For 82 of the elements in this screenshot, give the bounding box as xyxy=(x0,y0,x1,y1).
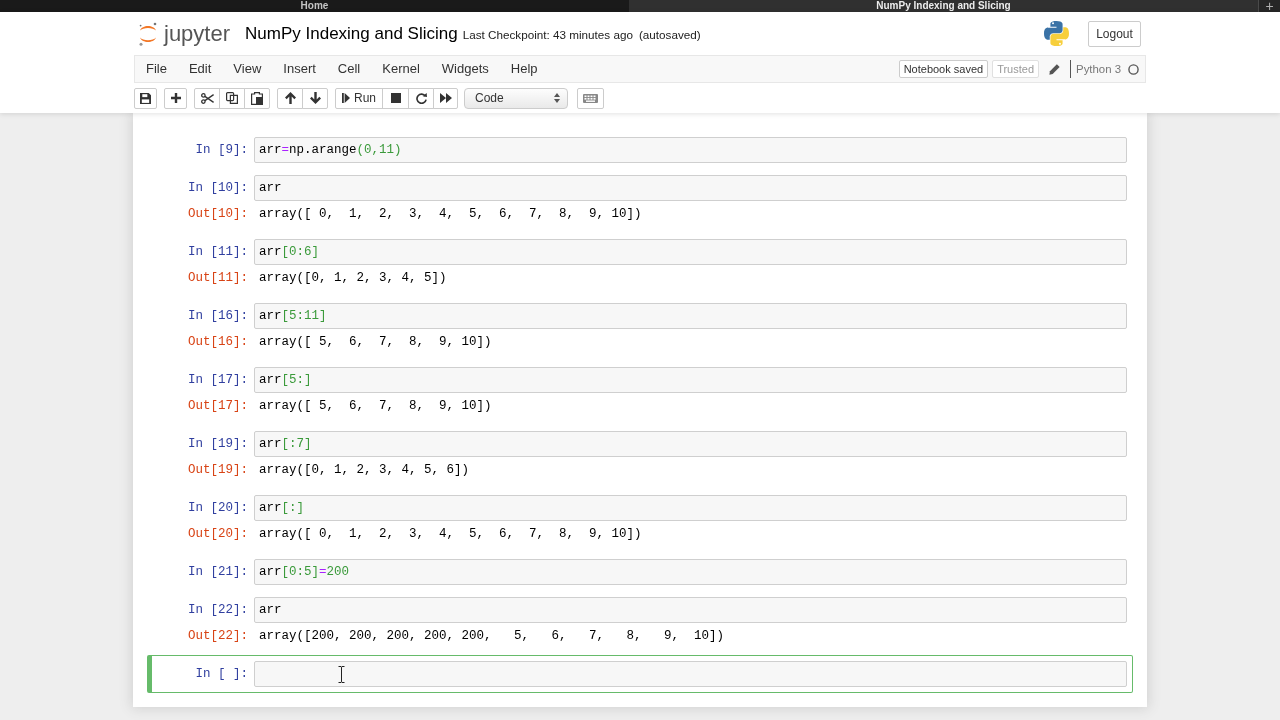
cut-button[interactable] xyxy=(194,87,220,109)
logout-button[interactable]: Logout xyxy=(1088,20,1141,47)
save-button[interactable] xyxy=(134,87,157,109)
trusted-indicator: Trusted xyxy=(992,60,1040,78)
scissors-icon xyxy=(200,92,214,104)
save-icon xyxy=(140,92,151,104)
logo-link[interactable]: jupyter xyxy=(138,20,231,47)
shortcuts-button[interactable] xyxy=(577,87,604,109)
output-prompt: Out[20]: xyxy=(187,526,249,543)
menu-item[interactable]: Kernel xyxy=(371,56,431,82)
output-text: array([200, 200, 200, 200, 200, 5, 6, 7, 8, 9, 10]) xyxy=(258,628,725,645)
input-prompt: In [21]: xyxy=(187,564,249,581)
input-prompt: In [19]: xyxy=(187,436,249,453)
code-editor[interactable]: arr[5:] xyxy=(254,367,1127,393)
restart-icon xyxy=(415,92,427,104)
clipboard-icon xyxy=(251,91,263,105)
output-prompt: Out[11]: xyxy=(187,270,249,287)
move-down-button[interactable] xyxy=(302,87,328,109)
code-editor[interactable]: arr[0:6] xyxy=(254,239,1127,265)
menu-item[interactable]: Insert xyxy=(272,56,327,82)
copy-icon xyxy=(226,92,238,104)
plus-icon xyxy=(170,93,181,103)
menu-item[interactable]: Help xyxy=(499,56,549,82)
input-prompt: In [16]: xyxy=(187,308,249,325)
input-prompt: In [11]: xyxy=(187,244,249,261)
browser-tab[interactable]: NumPy Indexing and Slicing xyxy=(629,0,1258,12)
autosave-status: (autosaved) xyxy=(638,26,701,43)
menu-item[interactable]: Edit xyxy=(177,56,223,82)
arrow-up-icon xyxy=(284,92,296,104)
stop-icon xyxy=(390,93,401,103)
code-editor[interactable]: arr xyxy=(254,597,1127,623)
output-prompt: Out[16]: xyxy=(187,334,249,351)
menu-item[interactable]: View xyxy=(222,56,273,82)
output-prompt: Out[19]: xyxy=(187,462,249,479)
snake-logo-icon xyxy=(1044,21,1069,46)
updown-caret-icon xyxy=(554,93,560,103)
fast-forward-icon xyxy=(439,93,452,103)
output-prompt: Out[10]: xyxy=(187,206,249,223)
arrow-down-icon xyxy=(309,92,321,104)
text-cursor-icon xyxy=(338,666,345,683)
output-prompt: Out[22]: xyxy=(187,628,249,645)
move-up-button[interactable] xyxy=(277,87,303,109)
code-editor[interactable]: arr=np.arange(0,11) xyxy=(254,137,1127,163)
run-button[interactable]: Run xyxy=(335,87,383,109)
pencil-icon[interactable] xyxy=(1049,63,1061,75)
input-prompt: In [22]: xyxy=(187,602,249,619)
save-notification: Notebook saved xyxy=(898,60,989,78)
code-editor[interactable]: arr xyxy=(254,175,1127,201)
stop-button[interactable] xyxy=(382,87,409,109)
input-prompt: In [ ]: xyxy=(194,666,249,683)
output-text: array([0, 1, 2, 3, 4, 5]) xyxy=(258,270,447,287)
code-editor[interactable]: arr[:] xyxy=(254,495,1127,521)
output-text: array([ 5, 6, 7, 8, 9, 10]) xyxy=(258,398,492,415)
output-prompt: Out[17]: xyxy=(187,398,249,415)
restart-button[interactable] xyxy=(408,87,434,109)
notebook-title[interactable]: NumPy Indexing and Slicing xyxy=(245,22,458,45)
checkpoint-status: Last Checkpoint: 43 minutes ago xyxy=(462,26,633,43)
kernel-name: Python 3 xyxy=(1076,62,1121,77)
run-all-button[interactable] xyxy=(433,87,458,109)
code-editor[interactable]: arr[:7] xyxy=(254,431,1127,457)
input-prompt: In [10]: xyxy=(187,180,249,197)
menu-item[interactable]: File xyxy=(135,56,178,82)
code-editor[interactable]: arr[0:5]=200 xyxy=(254,559,1127,585)
copy-button[interactable] xyxy=(219,87,245,109)
cell-type-dropdown[interactable]: Code xyxy=(464,87,568,109)
add-cell-button[interactable] xyxy=(164,87,187,109)
new-tab-button[interactable]: + xyxy=(1258,0,1280,12)
logo-mark-icon xyxy=(138,21,158,46)
output-text: array([ 0, 1, 2, 3, 4, 5, 6, 7, 8, 9, 10]) xyxy=(258,206,642,223)
input-prompt: In [9]: xyxy=(194,142,249,159)
keyboard-icon xyxy=(583,93,598,103)
output-text: array([ 5, 6, 7, 8, 9, 10]) xyxy=(258,334,492,351)
output-text: array([0, 1, 2, 3, 4, 5, 6]) xyxy=(258,462,470,479)
input-prompt: In [17]: xyxy=(187,372,249,389)
code-editor[interactable]: arr[5:11] xyxy=(254,303,1127,329)
menu-item[interactable]: Cell xyxy=(326,56,372,82)
input-prompt: In [20]: xyxy=(187,500,249,517)
step-forward-icon xyxy=(342,93,350,103)
menu-item[interactable]: Widgets xyxy=(430,56,500,82)
output-text: array([ 0, 1, 2, 3, 4, 5, 6, 7, 8, 9, 10]) xyxy=(258,526,642,543)
browser-tab[interactable]: Home xyxy=(0,0,629,12)
paste-button[interactable] xyxy=(244,87,270,109)
